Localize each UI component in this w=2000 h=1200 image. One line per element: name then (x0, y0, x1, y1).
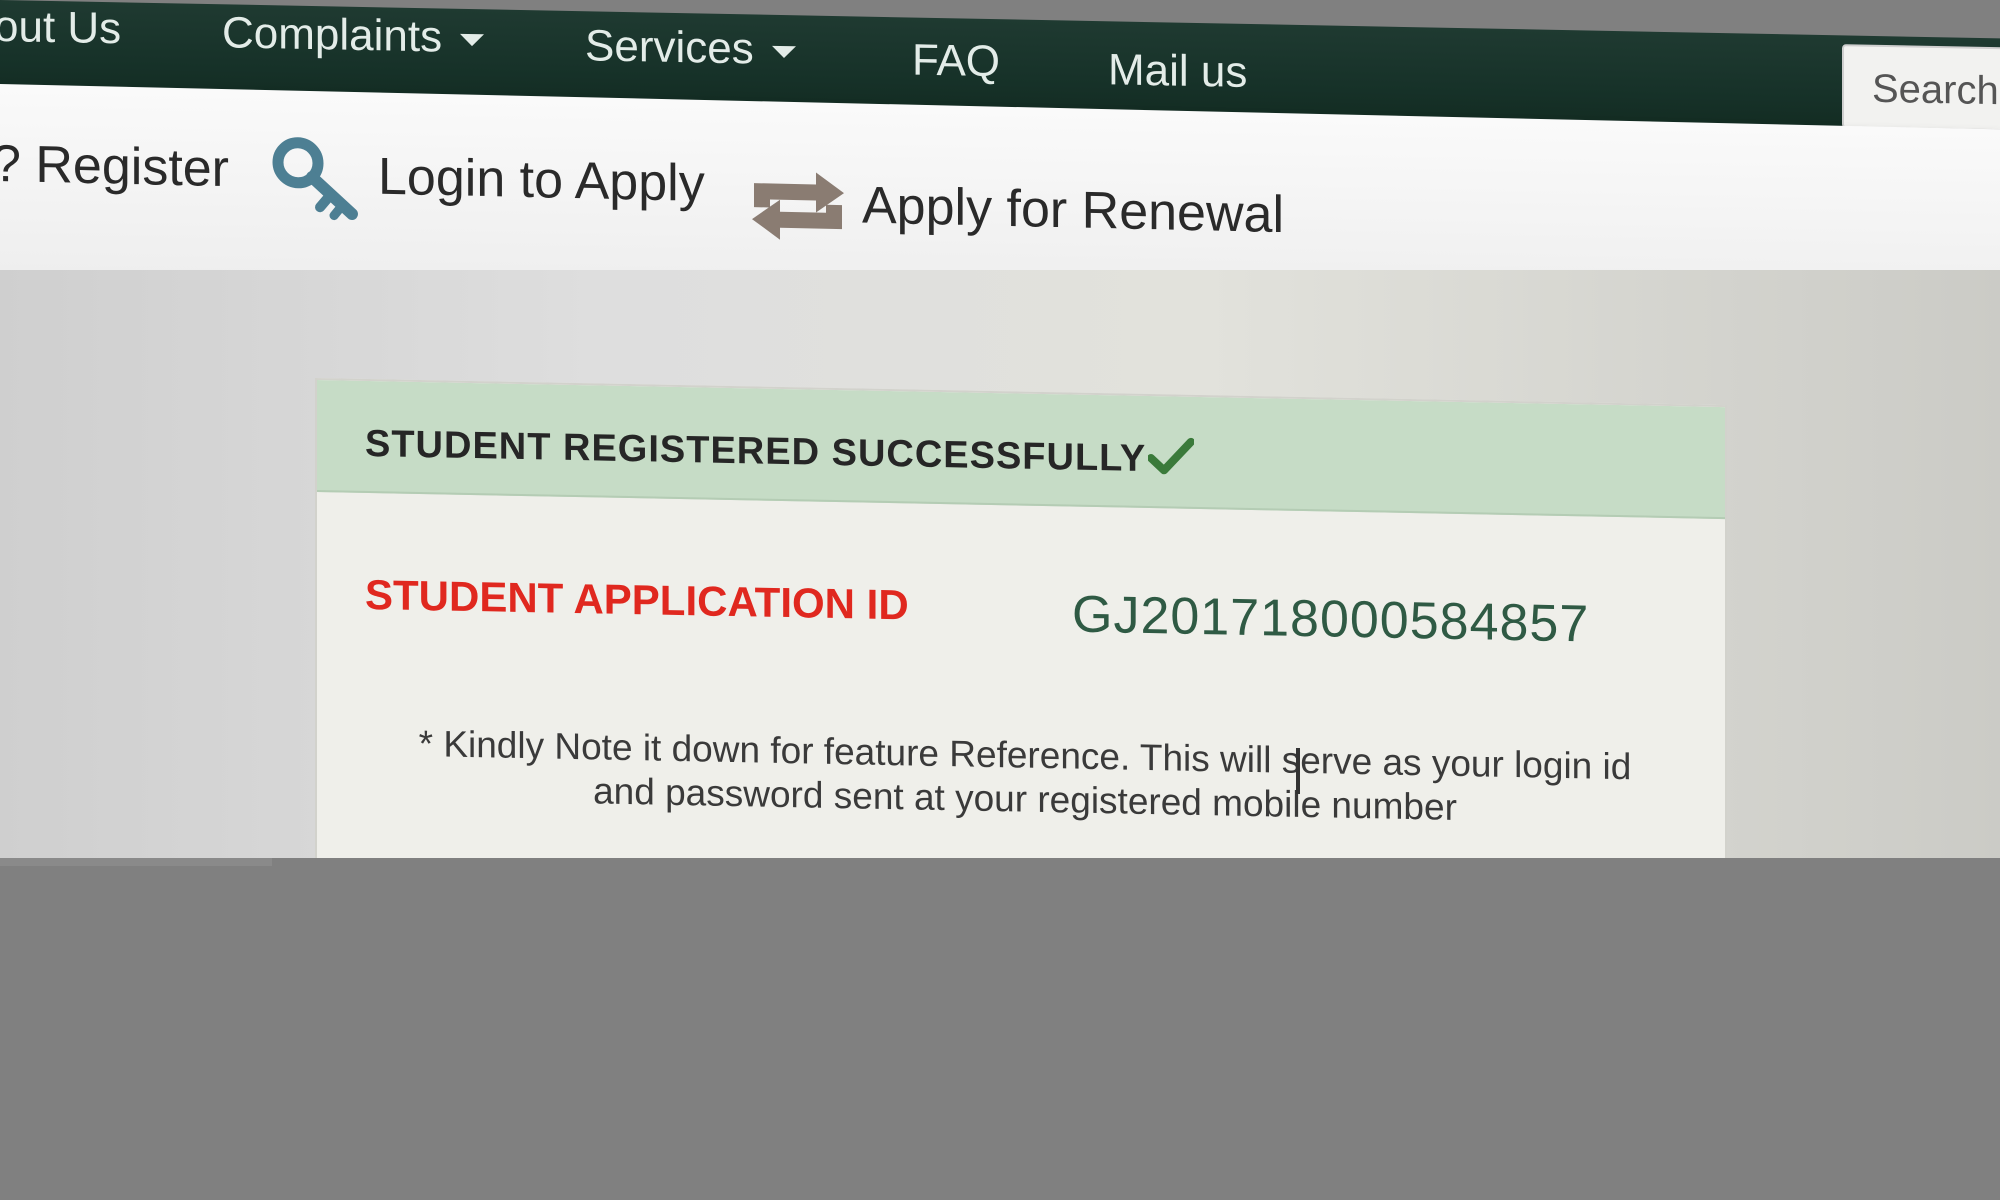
nav-complaints[interactable]: Complaints (222, 8, 485, 63)
blank-lower-area (0, 858, 2000, 1200)
login-to-apply-link[interactable]: Login to Apply (378, 147, 705, 214)
chevron-down-icon (460, 34, 485, 47)
application-id-value: GJ201718000584857 (1072, 585, 1590, 654)
checkmark-icon (1147, 436, 1196, 487)
text-cursor-icon (1296, 748, 1300, 794)
chevron-down-icon (771, 46, 796, 59)
panel-title: STUDENT REGISTERED SUCCESSFULLY (365, 421, 1196, 487)
register-link[interactable]: ? Register (0, 134, 229, 199)
repeat-arrows-icon (746, 167, 850, 250)
key-icon (268, 134, 360, 227)
nav-faq[interactable]: FAQ (912, 36, 1000, 88)
nav-about-us[interactable]: out Us (0, 2, 121, 54)
registration-success-panel: STUDENT REGISTERED SUCCESSFULLY STUDENT … (315, 378, 1727, 888)
nav-services-label: Services (585, 21, 754, 74)
search-input[interactable]: Search. (1842, 44, 2000, 132)
success-message: STUDENT REGISTERED SUCCESSFULLY (365, 422, 1147, 480)
apply-for-renewal-link[interactable]: Apply for Renewal (862, 176, 1284, 246)
nav-complaints-label: Complaints (222, 8, 443, 62)
nav-services[interactable]: Services (585, 21, 796, 75)
panel-header: STUDENT REGISTERED SUCCESSFULLY (317, 380, 1725, 520)
nav-mail-us[interactable]: Mail us (1108, 45, 1247, 98)
login-note: * Kindly Note it down for feature Refere… (365, 721, 1685, 834)
lower-area-edge (0, 858, 272, 866)
application-id-label: STUDENT APPLICATION ID (365, 570, 909, 629)
